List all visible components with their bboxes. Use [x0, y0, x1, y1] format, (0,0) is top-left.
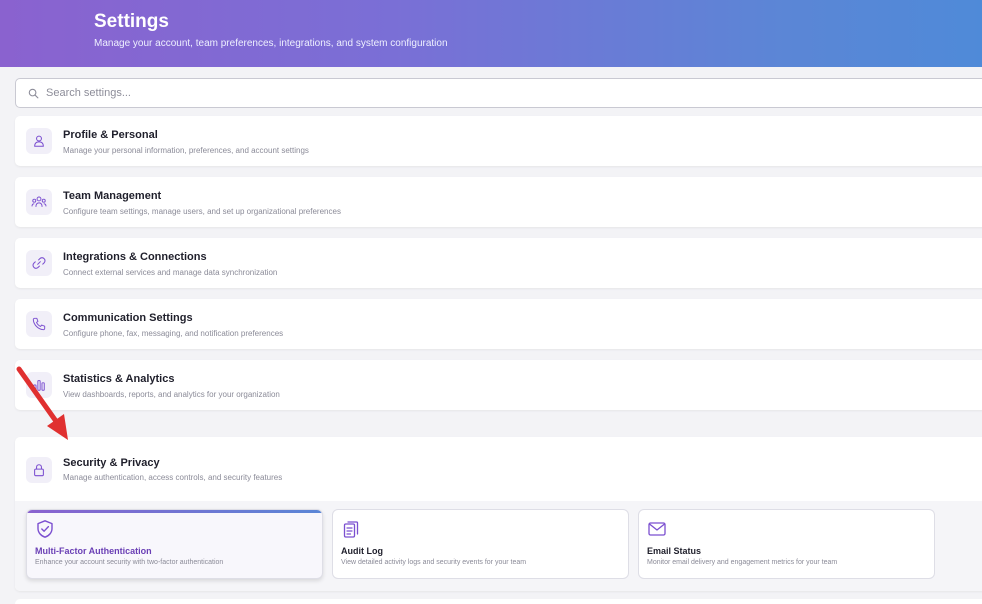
subitem-email-status[interactable]: Email Status Monitor email delivery and … [638, 509, 935, 579]
section-description: Connect external services and manage dat… [63, 268, 278, 277]
next-section-card [15, 599, 982, 604]
section-title: Profile & Personal [63, 129, 158, 141]
phone-icon [32, 317, 46, 331]
active-indicator [27, 510, 322, 513]
page-subtitle: Manage your account, team preferences, i… [94, 38, 448, 49]
section-description: View dashboards, reports, and analytics … [63, 390, 280, 399]
search-input[interactable] [46, 83, 946, 103]
subitem-multi-factor-authentication[interactable]: Multi-Factor Authentication Enhance your… [26, 509, 323, 579]
shield-check-icon [37, 520, 53, 538]
section-description: Configure phone, fax, messaging, and not… [63, 329, 284, 338]
mail-icon [648, 522, 666, 536]
security-subitems: Multi-Factor Authentication Enhance your… [15, 501, 982, 591]
subitem-audit-log[interactable]: Audit Log View detailed activity logs an… [332, 509, 629, 579]
section-integrations-connections[interactable]: Integrations & Connections Connect exter… [15, 238, 982, 288]
section-profile-personal[interactable]: Profile & Personal Manage your personal … [15, 116, 982, 166]
section-security-privacy: Security & Privacy Manage authentication… [15, 437, 982, 591]
section-title: Statistics & Analytics [63, 373, 175, 385]
section-description: Configure team settings, manage users, a… [63, 207, 341, 216]
search-icon [28, 88, 39, 99]
section-title: Security & Privacy [63, 457, 160, 469]
annotation-arrow-icon [16, 366, 68, 440]
section-security-privacy-header[interactable]: Security & Privacy Manage authentication… [15, 437, 982, 501]
page-header: Settings Manage your account, team prefe… [0, 0, 982, 67]
section-title: Integrations & Connections [63, 251, 207, 263]
link-icon [32, 257, 46, 269]
section-statistics-analytics[interactable]: Statistics & Analytics View dashboards, … [15, 360, 982, 410]
subitem-title: Multi-Factor Authentication [35, 546, 152, 556]
section-description: Manage your personal information, prefer… [63, 146, 309, 155]
section-title: Communication Settings [63, 312, 193, 324]
subitem-description: Monitor email delivery and engagement me… [647, 559, 838, 566]
section-description: Manage authentication, access controls, … [63, 473, 283, 482]
user-icon [34, 135, 44, 147]
lock-icon [34, 464, 44, 477]
section-team-management[interactable]: Team Management Configure team settings,… [15, 177, 982, 227]
section-communication-settings[interactable]: Communication Settings Configure phone, … [15, 299, 982, 349]
subitem-description: Enhance your account security with two-f… [35, 559, 224, 566]
section-title: Team Management [63, 190, 162, 202]
subitem-title: Email Status [647, 546, 702, 556]
search-bar[interactable] [15, 78, 982, 108]
subitem-description: View detailed activity logs and security… [341, 559, 527, 566]
subitem-title: Audit Log [341, 546, 383, 556]
team-icon [31, 196, 47, 207]
page-title: Settings [94, 11, 169, 32]
clipboard-icon [343, 521, 359, 538]
